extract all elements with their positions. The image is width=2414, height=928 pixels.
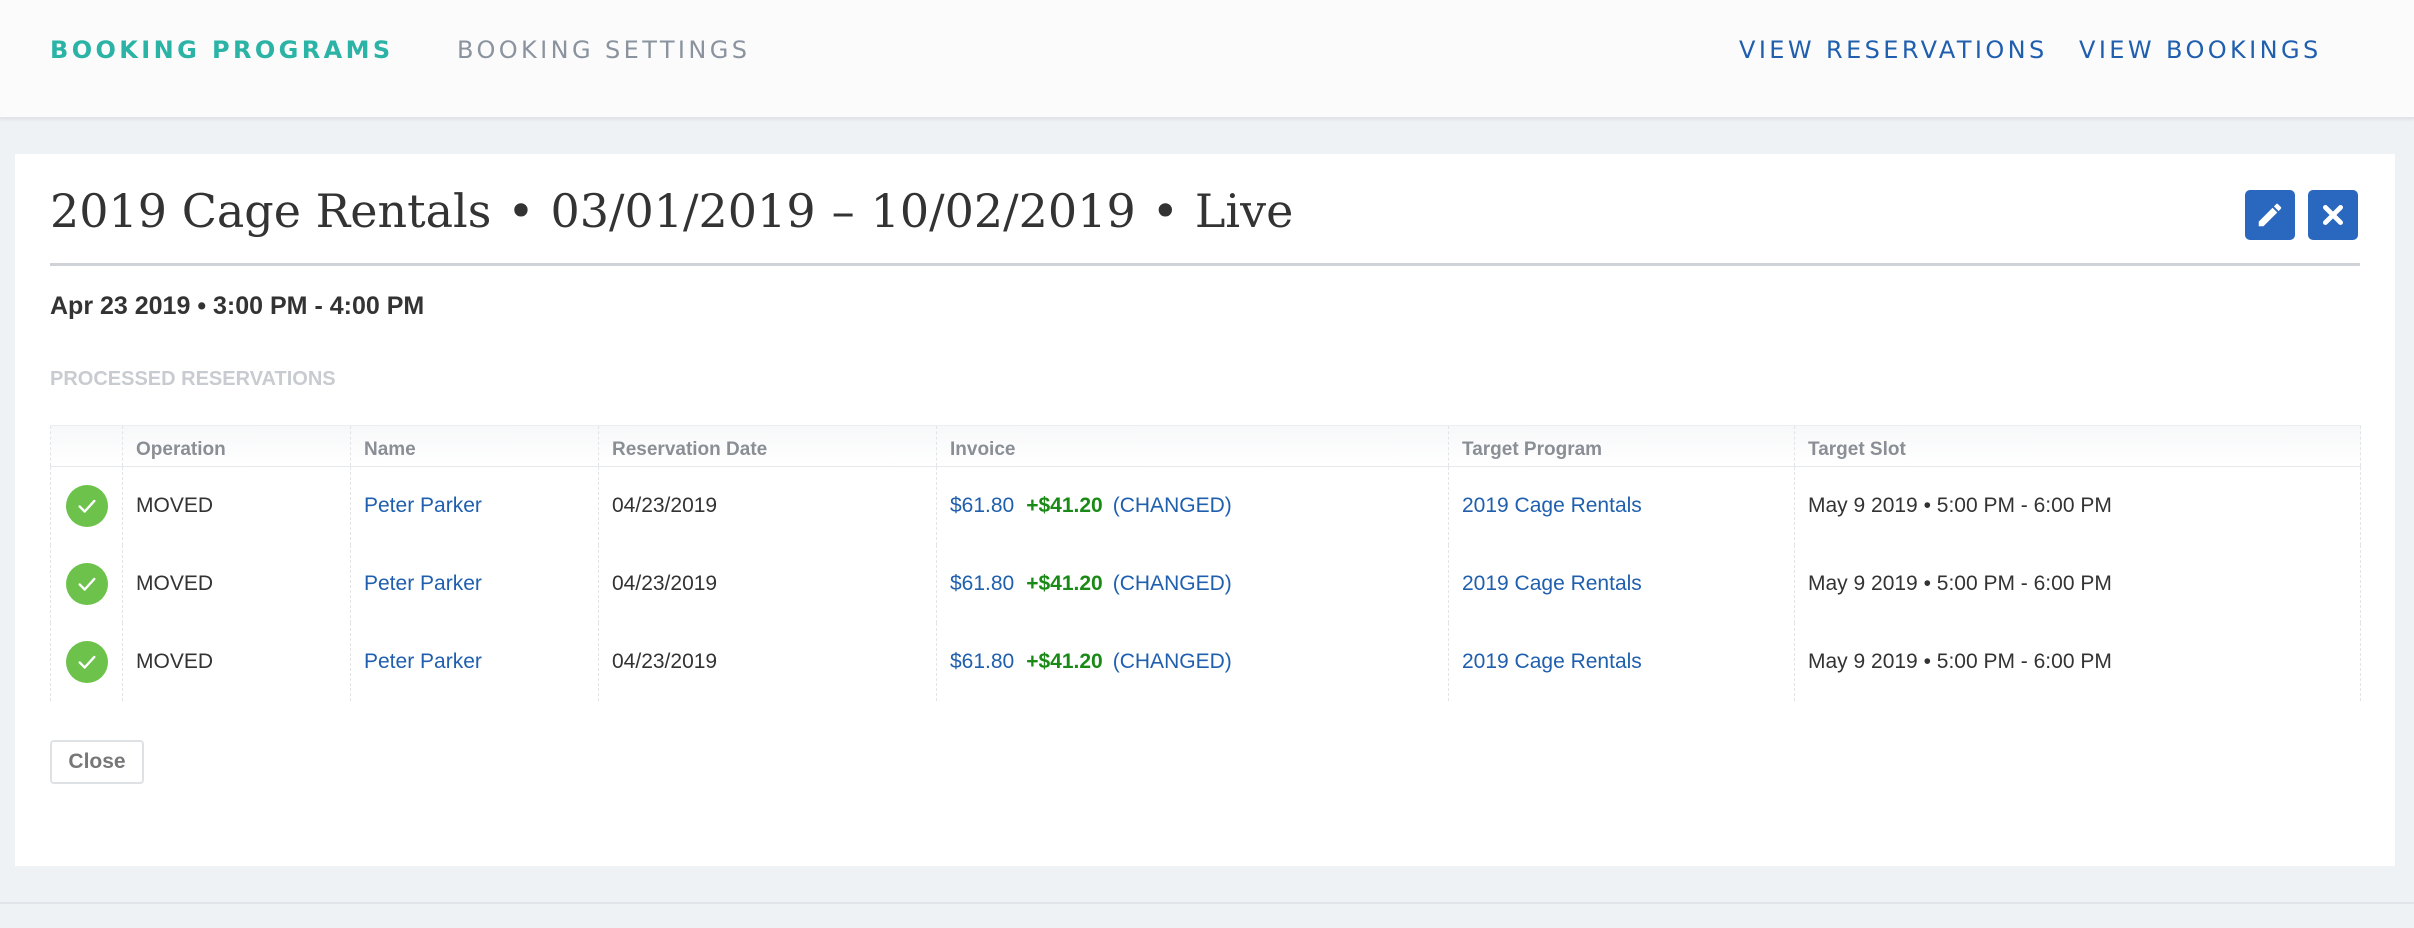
close-panel-button[interactable] <box>2308 190 2358 240</box>
table-row: MOVED Peter Parker 04/23/2019 $61.80 +$41… <box>50 466 2361 545</box>
customer-name-link[interactable]: Peter Parker <box>364 572 482 595</box>
customer-name-link[interactable]: Peter Parker <box>364 650 482 673</box>
status-cell <box>50 545 123 623</box>
table-row: MOVED Peter Parker 04/23/2019 $61.80 +$41… <box>50 545 2361 623</box>
nav-booking-programs[interactable]: BOOKING PROGRAMS <box>50 36 394 64</box>
target-slot-cell: May 9 2019 • 5:00 PM - 6:00 PM <box>1794 466 2361 545</box>
target-program-link[interactable]: 2019 Cage Rentals <box>1462 650 1642 673</box>
customer-name-link[interactable]: Peter Parker <box>364 494 482 517</box>
nav-view-reservations[interactable]: VIEW RESERVATIONS <box>1739 36 2048 64</box>
nav-booking-settings[interactable]: BOOKING SETTINGS <box>457 36 750 64</box>
status-cell <box>50 466 123 545</box>
operation-cell: MOVED <box>122 466 351 545</box>
invoice-cell: $61.80 +$41.20 (CHANGED) <box>936 545 1449 623</box>
target-program-cell: 2019 Cage Rentals <box>1448 545 1795 623</box>
invoice-added-amount: +$41.20 <box>1026 572 1103 595</box>
table-row: MOVED Peter Parker 04/23/2019 $61.80 +$41… <box>50 623 2361 701</box>
invoice-link[interactable]: $61.80 <box>950 494 1014 517</box>
check-circle-icon <box>65 563 108 605</box>
start-date: 03/01/2019 <box>550 184 816 238</box>
slot-heading: Apr 23 2019 • 3:00 PM - 4:00 PM <box>50 292 425 320</box>
operation-cell: MOVED <box>122 545 351 623</box>
check-circle-icon <box>65 641 108 683</box>
invoice-cell: $61.80 +$41.20 (CHANGED) <box>936 466 1449 545</box>
end-date: 10/02/2019 <box>870 184 1136 238</box>
reservation-date-cell: 04/23/2019 <box>598 545 937 623</box>
column-header[interactable]: Target Program <box>1448 425 1795 467</box>
invoice-changed-link[interactable]: (CHANGED) <box>1113 572 1232 595</box>
invoice-cell: $61.80 +$41.20 (CHANGED) <box>936 623 1449 701</box>
column-header[interactable]: Name <box>350 425 599 467</box>
target-slot-cell: May 9 2019 • 5:00 PM - 6:00 PM <box>1794 545 2361 623</box>
name-cell: Peter Parker <box>350 623 599 701</box>
program-name: 2019 Cage Rentals <box>50 184 492 238</box>
target-program-link[interactable]: 2019 Cage Rentals <box>1462 494 1642 517</box>
invoice-added-amount: +$41.20 <box>1026 494 1103 517</box>
processed-reservations-table: Operation Name Reservation Date Invoice … <box>50 425 2361 701</box>
top-nav-bar: BOOKING PROGRAMS BOOKING SETTINGS VIEW R… <box>0 0 2414 119</box>
column-header[interactable]: Operation <box>122 425 351 467</box>
target-program-link[interactable]: 2019 Cage Rentals <box>1462 572 1642 595</box>
invoice-link[interactable]: $61.80 <box>950 650 1014 673</box>
column-header[interactable]: Reservation Date <box>598 425 937 467</box>
column-header <box>50 425 123 467</box>
reservation-panel: 2019 Cage Rentals • 03/01/2019–10/02/2019 •… <box>15 154 2395 866</box>
footer-divider <box>0 902 2414 904</box>
invoice-added-amount: +$41.20 <box>1026 650 1103 673</box>
column-header[interactable]: Target Slot <box>1794 425 2361 467</box>
close-button[interactable]: Close <box>50 740 144 784</box>
target-slot-cell: May 9 2019 • 5:00 PM - 6:00 PM <box>1794 623 2361 701</box>
check-circle-icon <box>65 485 108 527</box>
reservation-date-cell: 04/23/2019 <box>598 623 937 701</box>
invoice-changed-link[interactable]: (CHANGED) <box>1113 650 1232 673</box>
edit-button[interactable] <box>2245 190 2295 240</box>
section-label: PROCESSED RESERVATIONS <box>50 368 336 390</box>
title-dash: – <box>831 184 855 238</box>
invoice-changed-link[interactable]: (CHANGED) <box>1113 494 1232 517</box>
nav-view-bookings[interactable]: VIEW BOOKINGS <box>2079 36 2322 64</box>
reservation-date-cell: 04/23/2019 <box>598 466 937 545</box>
column-header[interactable]: Invoice <box>936 425 1449 467</box>
table-header-row: Operation Name Reservation Date Invoice … <box>50 425 2361 467</box>
title-bullet: • <box>507 184 535 238</box>
status-cell <box>50 623 123 701</box>
pencil-icon <box>2258 203 2282 227</box>
name-cell: Peter Parker <box>350 466 599 545</box>
invoice-link[interactable]: $61.80 <box>950 572 1014 595</box>
x-icon <box>2322 204 2344 226</box>
name-cell: Peter Parker <box>350 545 599 623</box>
page-title: 2019 Cage Rentals • 03/01/2019–10/02/2019 •… <box>50 184 1293 238</box>
operation-cell: MOVED <box>122 623 351 701</box>
target-program-cell: 2019 Cage Rentals <box>1448 466 1795 545</box>
title-bullet: • <box>1151 184 1179 238</box>
program-status: Live <box>1194 184 1294 238</box>
title-divider <box>50 263 2360 266</box>
target-program-cell: 2019 Cage Rentals <box>1448 623 1795 701</box>
